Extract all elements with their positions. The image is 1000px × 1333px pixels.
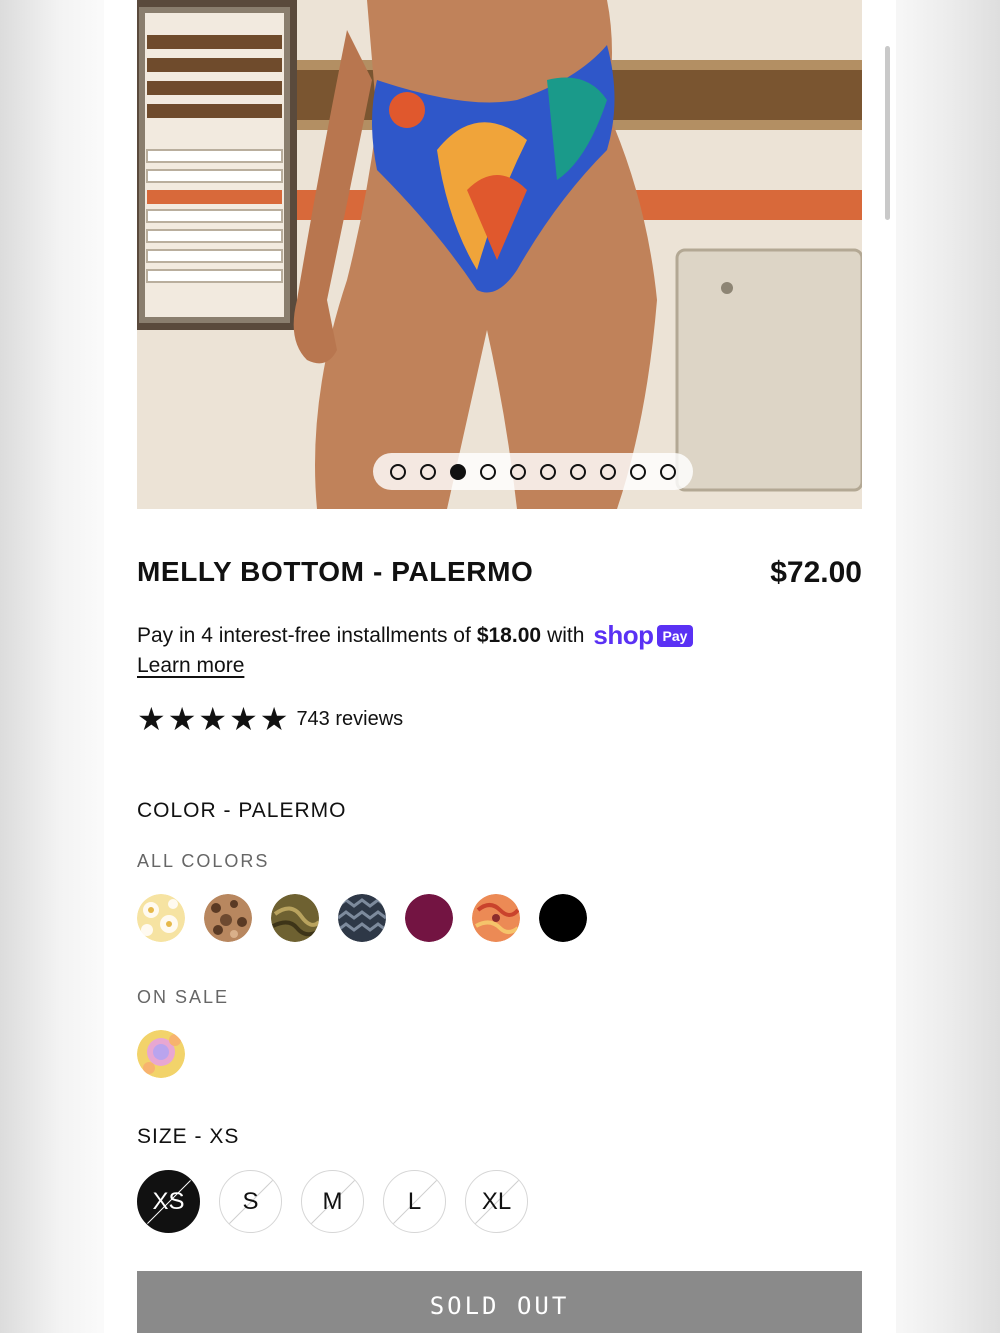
product-title: MELLY BOTTOM - PALERMO <box>137 556 534 587</box>
gallery-dot[interactable] <box>570 463 586 480</box>
all-colors-heading: ALL COLORS <box>137 851 270 871</box>
size-label-l: L <box>407 1187 422 1215</box>
size-label-xs: XS <box>152 1187 185 1215</box>
swatch-pastel-tie-dye[interactable] <box>137 1030 185 1078</box>
swatch-yellow-floral[interactable] <box>137 894 185 942</box>
product-photo <box>137 0 862 509</box>
gallery-dot[interactable] <box>630 463 646 480</box>
installment-amount: $18.00 <box>476 623 542 647</box>
size-label-s: S <box>242 1187 259 1215</box>
scrollbar[interactable] <box>885 46 890 220</box>
star-icon: ★ <box>259 701 289 737</box>
size-option-m[interactable]: M <box>301 1170 364 1233</box>
installments-suffix: with <box>547 623 585 647</box>
sold-out-button[interactable]: SOLD OUT <box>137 1271 862 1333</box>
shop-pay-installments: Pay in 4 interest-free installments of $… <box>137 620 694 651</box>
gallery-dot[interactable] <box>510 463 526 480</box>
gallery-dot[interactable] <box>600 463 616 480</box>
size-options: XS S M L XL <box>137 1170 528 1233</box>
swatch-navy-check[interactable] <box>338 894 386 942</box>
swatch-brown-leopard[interactable] <box>204 894 252 942</box>
size-label-m: M <box>322 1187 343 1215</box>
product-price: $72.00 <box>770 556 862 589</box>
gallery-dot[interactable] <box>480 463 496 480</box>
gallery-dot[interactable] <box>540 463 556 480</box>
gallery-pagination[interactable] <box>373 453 693 490</box>
reviews-count[interactable]: 743 reviews <box>296 708 403 731</box>
shop-pay-badge: Pay <box>656 624 694 647</box>
swatch-orange-print[interactable] <box>472 894 520 942</box>
star-icon: ★ <box>229 701 258 737</box>
color-swatches <box>137 894 587 942</box>
color-label: COLOR - PALERMO <box>137 799 347 822</box>
gallery-dot[interactable] <box>420 463 436 480</box>
star-icon: ★ <box>137 701 166 737</box>
size-option-xl[interactable]: XL <box>465 1170 528 1233</box>
size-option-s[interactable]: S <box>219 1170 282 1233</box>
swatch-olive-swirl[interactable] <box>271 894 319 942</box>
size-option-l[interactable]: L <box>383 1170 446 1233</box>
product-image[interactable] <box>137 0 862 509</box>
size-label-xl: XL <box>481 1187 512 1215</box>
swatch-black[interactable] <box>539 894 587 942</box>
gallery-dot-active[interactable] <box>450 463 466 480</box>
shop-pay-logo: shop <box>593 620 654 650</box>
swatch-burgundy[interactable] <box>405 894 453 942</box>
gallery-dot[interactable] <box>390 463 406 480</box>
size-label: SIZE - XS <box>137 1125 240 1148</box>
product-page: MELLY BOTTOM - PALERMO $72.00 Pay in 4 i… <box>104 0 896 1333</box>
product-rating[interactable]: ★ ★ ★ ★ ★ 743 reviews <box>137 703 403 735</box>
size-option-xs[interactable]: XS <box>137 1170 200 1233</box>
star-icon: ★ <box>167 701 197 737</box>
on-sale-heading: ON SALE <box>137 987 230 1007</box>
star-icon: ★ <box>198 701 228 737</box>
learn-more-link[interactable]: Learn more <box>137 654 244 678</box>
gallery-dot[interactable] <box>660 463 676 480</box>
installments-text: Pay in 4 interest-free installments of <box>137 623 471 647</box>
